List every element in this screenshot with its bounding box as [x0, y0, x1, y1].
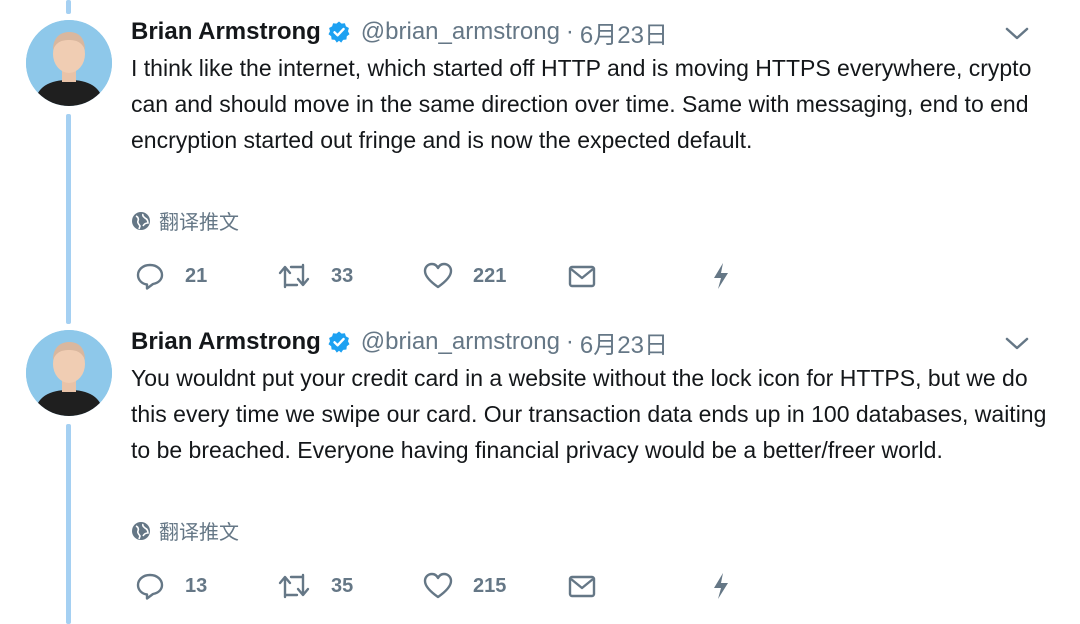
chevron-down-icon[interactable]: [1004, 334, 1030, 354]
like-icon: [423, 572, 453, 599]
author-name[interactable]: Brian Armstrong: [131, 18, 321, 46]
translate-tweet-link[interactable]: 翻译推文: [131, 206, 239, 235]
tweet-header: Brian Armstrong @brian_armstrong · 6月23日: [131, 14, 668, 50]
separator-dot: ·: [565, 18, 574, 45]
like-count: 215: [473, 574, 507, 597]
reply-count: 13: [185, 574, 208, 597]
tweet[interactable]: Brian Armstrong @brian_armstrong · 6月23日…: [0, 0, 1080, 310]
tweet-date[interactable]: 6月23日: [580, 325, 668, 360]
globe-icon: [132, 211, 150, 230]
retweet-button[interactable]: 35: [277, 568, 353, 604]
retweet-count: 33: [331, 264, 354, 287]
like-icon: [423, 262, 453, 289]
direct-message-icon: [568, 575, 596, 598]
reply-button[interactable]: 21: [135, 258, 207, 294]
analytics-button[interactable]: [709, 568, 733, 604]
tweet-text: You wouldnt put your credit card in a we…: [131, 365, 1047, 463]
reply-icon: [136, 573, 164, 600]
author-handle[interactable]: @brian_armstrong: [361, 18, 560, 46]
author-name[interactable]: Brian Armstrong: [131, 328, 321, 356]
reply-icon: [136, 263, 164, 290]
globe-icon: [132, 521, 150, 540]
retweet-count: 35: [331, 574, 354, 597]
tweet-header: Brian Armstrong @brian_armstrong · 6月23日: [131, 324, 668, 360]
translate-label: 翻译推文: [159, 522, 239, 544]
analytics-icon: [714, 263, 728, 289]
like-button[interactable]: 221: [423, 258, 506, 294]
direct-message-button[interactable]: [567, 258, 597, 294]
avatar[interactable]: [26, 20, 112, 106]
chevron-down-icon[interactable]: [1004, 24, 1030, 44]
separator-dot: ·: [565, 328, 574, 355]
tweet-date[interactable]: 6月23日: [580, 15, 668, 50]
retweet-button[interactable]: 33: [277, 258, 353, 294]
tweet-text: I think like the internet, which started…: [131, 55, 1032, 153]
analytics-button[interactable]: [709, 258, 733, 294]
reply-button[interactable]: 13: [135, 568, 207, 604]
retweet-icon: [278, 573, 310, 599]
direct-message-icon: [568, 265, 596, 288]
tweet[interactable]: Brian Armstrong @brian_armstrong · 6月23日…: [0, 310, 1080, 624]
analytics-icon: [714, 573, 728, 599]
author-handle[interactable]: @brian_armstrong: [361, 328, 560, 356]
verified-badge-icon: [327, 330, 351, 354]
tweet-actions: 13 35 215: [131, 568, 751, 604]
translate-label: 翻译推文: [159, 212, 239, 234]
avatar[interactable]: [26, 330, 112, 416]
direct-message-button[interactable]: [567, 568, 597, 604]
like-count: 221: [473, 264, 507, 287]
reply-count: 21: [185, 264, 208, 287]
verified-badge-icon: [327, 20, 351, 44]
like-button[interactable]: 215: [423, 568, 506, 604]
retweet-icon: [278, 263, 310, 289]
translate-tweet-link[interactable]: 翻译推文: [131, 516, 239, 545]
tweet-actions: 21 33 221: [131, 258, 751, 294]
